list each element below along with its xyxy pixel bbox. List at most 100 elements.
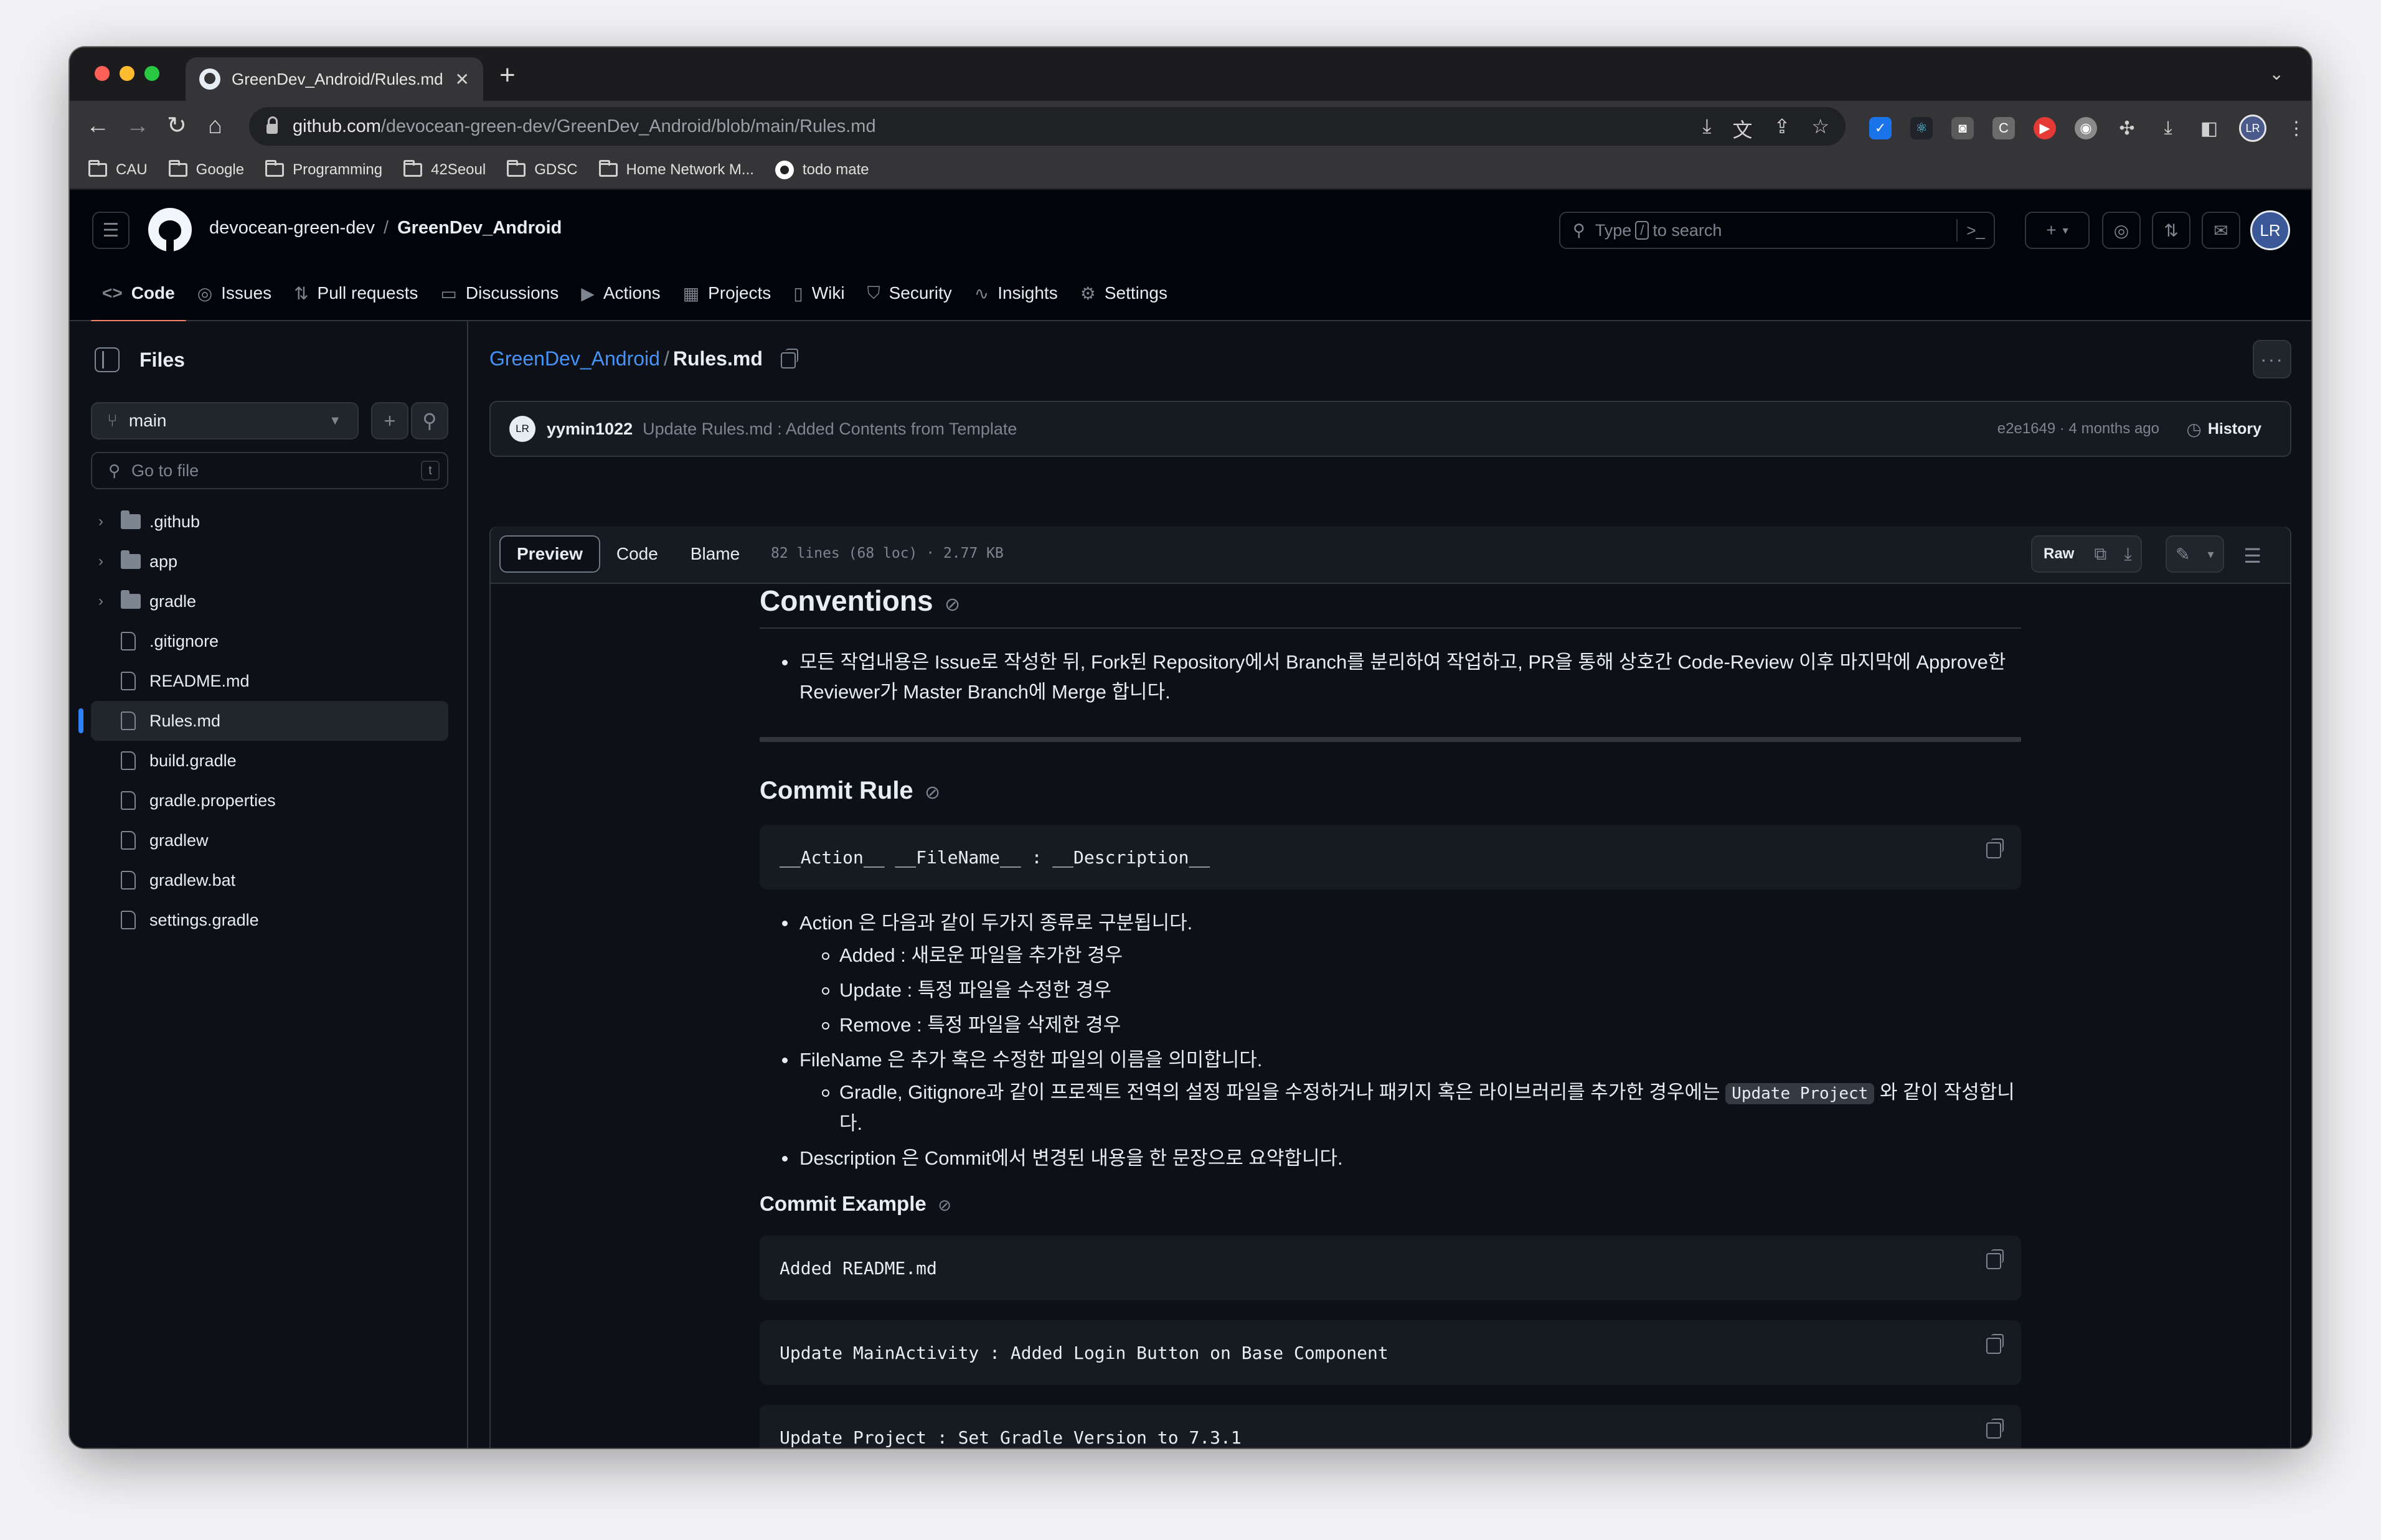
side-panel-icon[interactable]: ◧ (2198, 117, 2220, 139)
bookmark-folder[interactable]: Home Network M... (598, 160, 754, 179)
share-icon[interactable]: ⇪ (1774, 115, 1791, 143)
folder-icon (88, 160, 107, 177)
code-tab[interactable]: Code (600, 535, 674, 573)
tree-item-file[interactable]: gradlew.bat (91, 860, 448, 900)
copy-code-icon[interactable] (1986, 838, 2004, 858)
bookmark-folder[interactable]: Google (168, 160, 244, 179)
copy-code-icon[interactable] (1986, 1334, 2004, 1354)
link-icon[interactable]: ⊖ (939, 591, 966, 618)
tree-item-file[interactable]: .gitignore (91, 621, 448, 661)
outline-list-icon[interactable]: ☰ (2243, 544, 2261, 568)
react-devtools-icon[interactable]: ⚛ (1910, 117, 1933, 139)
copy-raw-icon[interactable]: ⧉ (2085, 544, 2115, 565)
tab-insights[interactable]: ∿ Insights (963, 265, 1069, 321)
tab-discussions[interactable]: ▭ Discussions (429, 265, 570, 321)
create-new-button[interactable]: + ▾ (2025, 212, 2090, 249)
download-icon[interactable]: ⤓ (2115, 544, 2140, 565)
tab-security[interactable]: ⛉ Security (856, 265, 963, 321)
more-options-button[interactable]: ··· (2253, 340, 2291, 378)
caret-down-icon[interactable]: ▾ (2199, 547, 2222, 562)
raw-button[interactable]: Raw (2032, 545, 2085, 563)
tree-item-file-active[interactable]: Rules.md (78, 701, 448, 741)
bookmark-link[interactable]: todo mate (775, 161, 869, 179)
bookmark-folder[interactable]: CAU (88, 160, 148, 179)
profile-avatar[interactable]: LR (2239, 115, 2266, 142)
close-window-button[interactable] (95, 66, 110, 81)
command-palette-icon[interactable]: >_ (1956, 219, 1985, 242)
history-button[interactable]: ◷ History (2186, 419, 2261, 439)
tab-projects[interactable]: ▦ Projects (672, 265, 783, 321)
install-app-icon[interactable]: ⤓ (1702, 115, 1711, 143)
tab-issues[interactable]: ◎ Issues (186, 265, 283, 321)
tree-item-file[interactable]: gradle.properties (91, 781, 448, 820)
owner-link[interactable]: devocean-green-dev (209, 218, 375, 238)
tree-item-file[interactable]: gradlew (91, 820, 448, 860)
search-files-button[interactable]: ⚲ (411, 402, 448, 439)
github-logo-icon[interactable] (148, 208, 192, 251)
pull-requests-icon[interactable]: ⇅ (2152, 212, 2190, 249)
reload-icon[interactable]: ↻ (167, 112, 187, 139)
tab-code[interactable]: <> Code (91, 265, 186, 322)
cookie-off-extension-icon[interactable]: ◙ (1951, 117, 1974, 139)
tab-pull-requests[interactable]: ⇅ Pull requests (283, 265, 429, 321)
link-icon[interactable]: ⊖ (933, 1194, 956, 1217)
tree-item-file[interactable]: README.md (91, 661, 448, 701)
commit-author-avatar[interactable]: LR (509, 416, 535, 442)
tree-item-file[interactable]: settings.gradle (91, 900, 448, 940)
branch-selector[interactable]: ⑂ main ▼ (91, 402, 359, 439)
tree-item-app-dir[interactable]: › app (91, 542, 448, 581)
minimize-window-button[interactable] (120, 66, 134, 81)
issues-icon[interactable]: ◎ (2102, 212, 2141, 249)
repo-path: devocean-green-dev / GreenDev_Android (209, 218, 562, 238)
repo-link[interactable]: GreenDev_Android (397, 218, 562, 238)
browser-tab[interactable]: GreenDev_Android/Rules.md a ✕ (186, 57, 483, 101)
user-avatar[interactable]: LR (2250, 210, 2290, 250)
forward-arrow-icon[interactable]: → (126, 112, 149, 139)
bookmark-star-icon[interactable]: ☆ (1811, 115, 1829, 143)
media-extension-icon[interactable]: ▶ (2034, 117, 2056, 139)
commit-meta[interactable]: e2e1649 · 4 months ago (1997, 420, 2159, 438)
translate-icon[interactable]: 文 (1732, 115, 1752, 143)
inbox-icon[interactable]: ✉ (2202, 212, 2240, 249)
checkmark-extension-icon[interactable]: ✓ (1869, 117, 1892, 139)
maximize-window-button[interactable] (144, 66, 159, 81)
home-icon[interactable]: ⌂ (208, 112, 222, 139)
commit-author[interactable]: yymin1022 (547, 420, 633, 439)
puzzle-extensions-icon[interactable]: ✣ (2116, 117, 2138, 139)
conventions-list: 모든 작업내용은 Issue로 작성한 뒤, Fork된 Repository에… (760, 647, 2021, 707)
globe-extension-icon[interactable]: ◉ (2075, 117, 2097, 139)
copy-code-icon[interactable] (1986, 1249, 2004, 1269)
tab-wiki[interactable]: ▯ Wiki (782, 265, 856, 321)
tab-search-chevron-icon[interactable]: ⌄ (2270, 63, 2284, 84)
tree-item-gradle-dir[interactable]: › gradle (91, 581, 448, 621)
link-icon[interactable]: ⊖ (919, 779, 946, 806)
add-file-button[interactable]: + (371, 402, 408, 439)
tree-item-file[interactable]: build.gradle (91, 741, 448, 781)
list-item: 모든 작업내용은 Issue로 작성한 뒤, Fork된 Repository에… (760, 647, 2021, 707)
tree-item-github-dir[interactable]: › .github (91, 502, 448, 542)
downloads-icon[interactable]: ⤓ (2157, 117, 2179, 139)
close-tab-icon[interactable]: ✕ (455, 69, 469, 90)
back-arrow-icon[interactable]: ← (86, 112, 110, 139)
bookmark-folder[interactable]: GDSC (507, 160, 578, 179)
breadcrumb-repo-link[interactable]: GreenDev_Android (489, 347, 660, 370)
go-to-file-input[interactable]: ⚲ Go to file t (91, 452, 448, 489)
copy-code-icon[interactable] (1986, 1419, 2004, 1439)
bookmark-folder[interactable]: Programming (265, 160, 382, 179)
search-input[interactable]: ⚲ Type / to search >_ (1559, 212, 1995, 249)
menu-icon[interactable]: ☰ (92, 212, 130, 249)
pencil-icon[interactable]: ✎ (2167, 544, 2199, 565)
chrome-menu-icon[interactable]: ⋮ (2285, 117, 2308, 139)
blame-tab[interactable]: Blame (674, 535, 756, 573)
commit-message[interactable]: Update Rules.md : Added Contents from Te… (643, 420, 1017, 439)
copy-path-icon[interactable] (780, 348, 798, 369)
bookmark-folder[interactable]: 42Seoul (403, 160, 486, 179)
view-mode-switch: Preview Code Blame (499, 535, 756, 573)
tab-settings[interactable]: ⚙ Settings (1069, 265, 1179, 321)
tab-actions[interactable]: ▶ Actions (570, 265, 671, 321)
collapse-sidebar-icon[interactable] (95, 347, 120, 372)
preview-tab[interactable]: Preview (499, 535, 600, 573)
new-tab-button[interactable]: + (499, 60, 516, 91)
c-extension-icon[interactable]: C (1992, 117, 2015, 139)
address-bar[interactable]: github.com/devocean-green-dev/GreenDev_A… (249, 107, 1846, 146)
